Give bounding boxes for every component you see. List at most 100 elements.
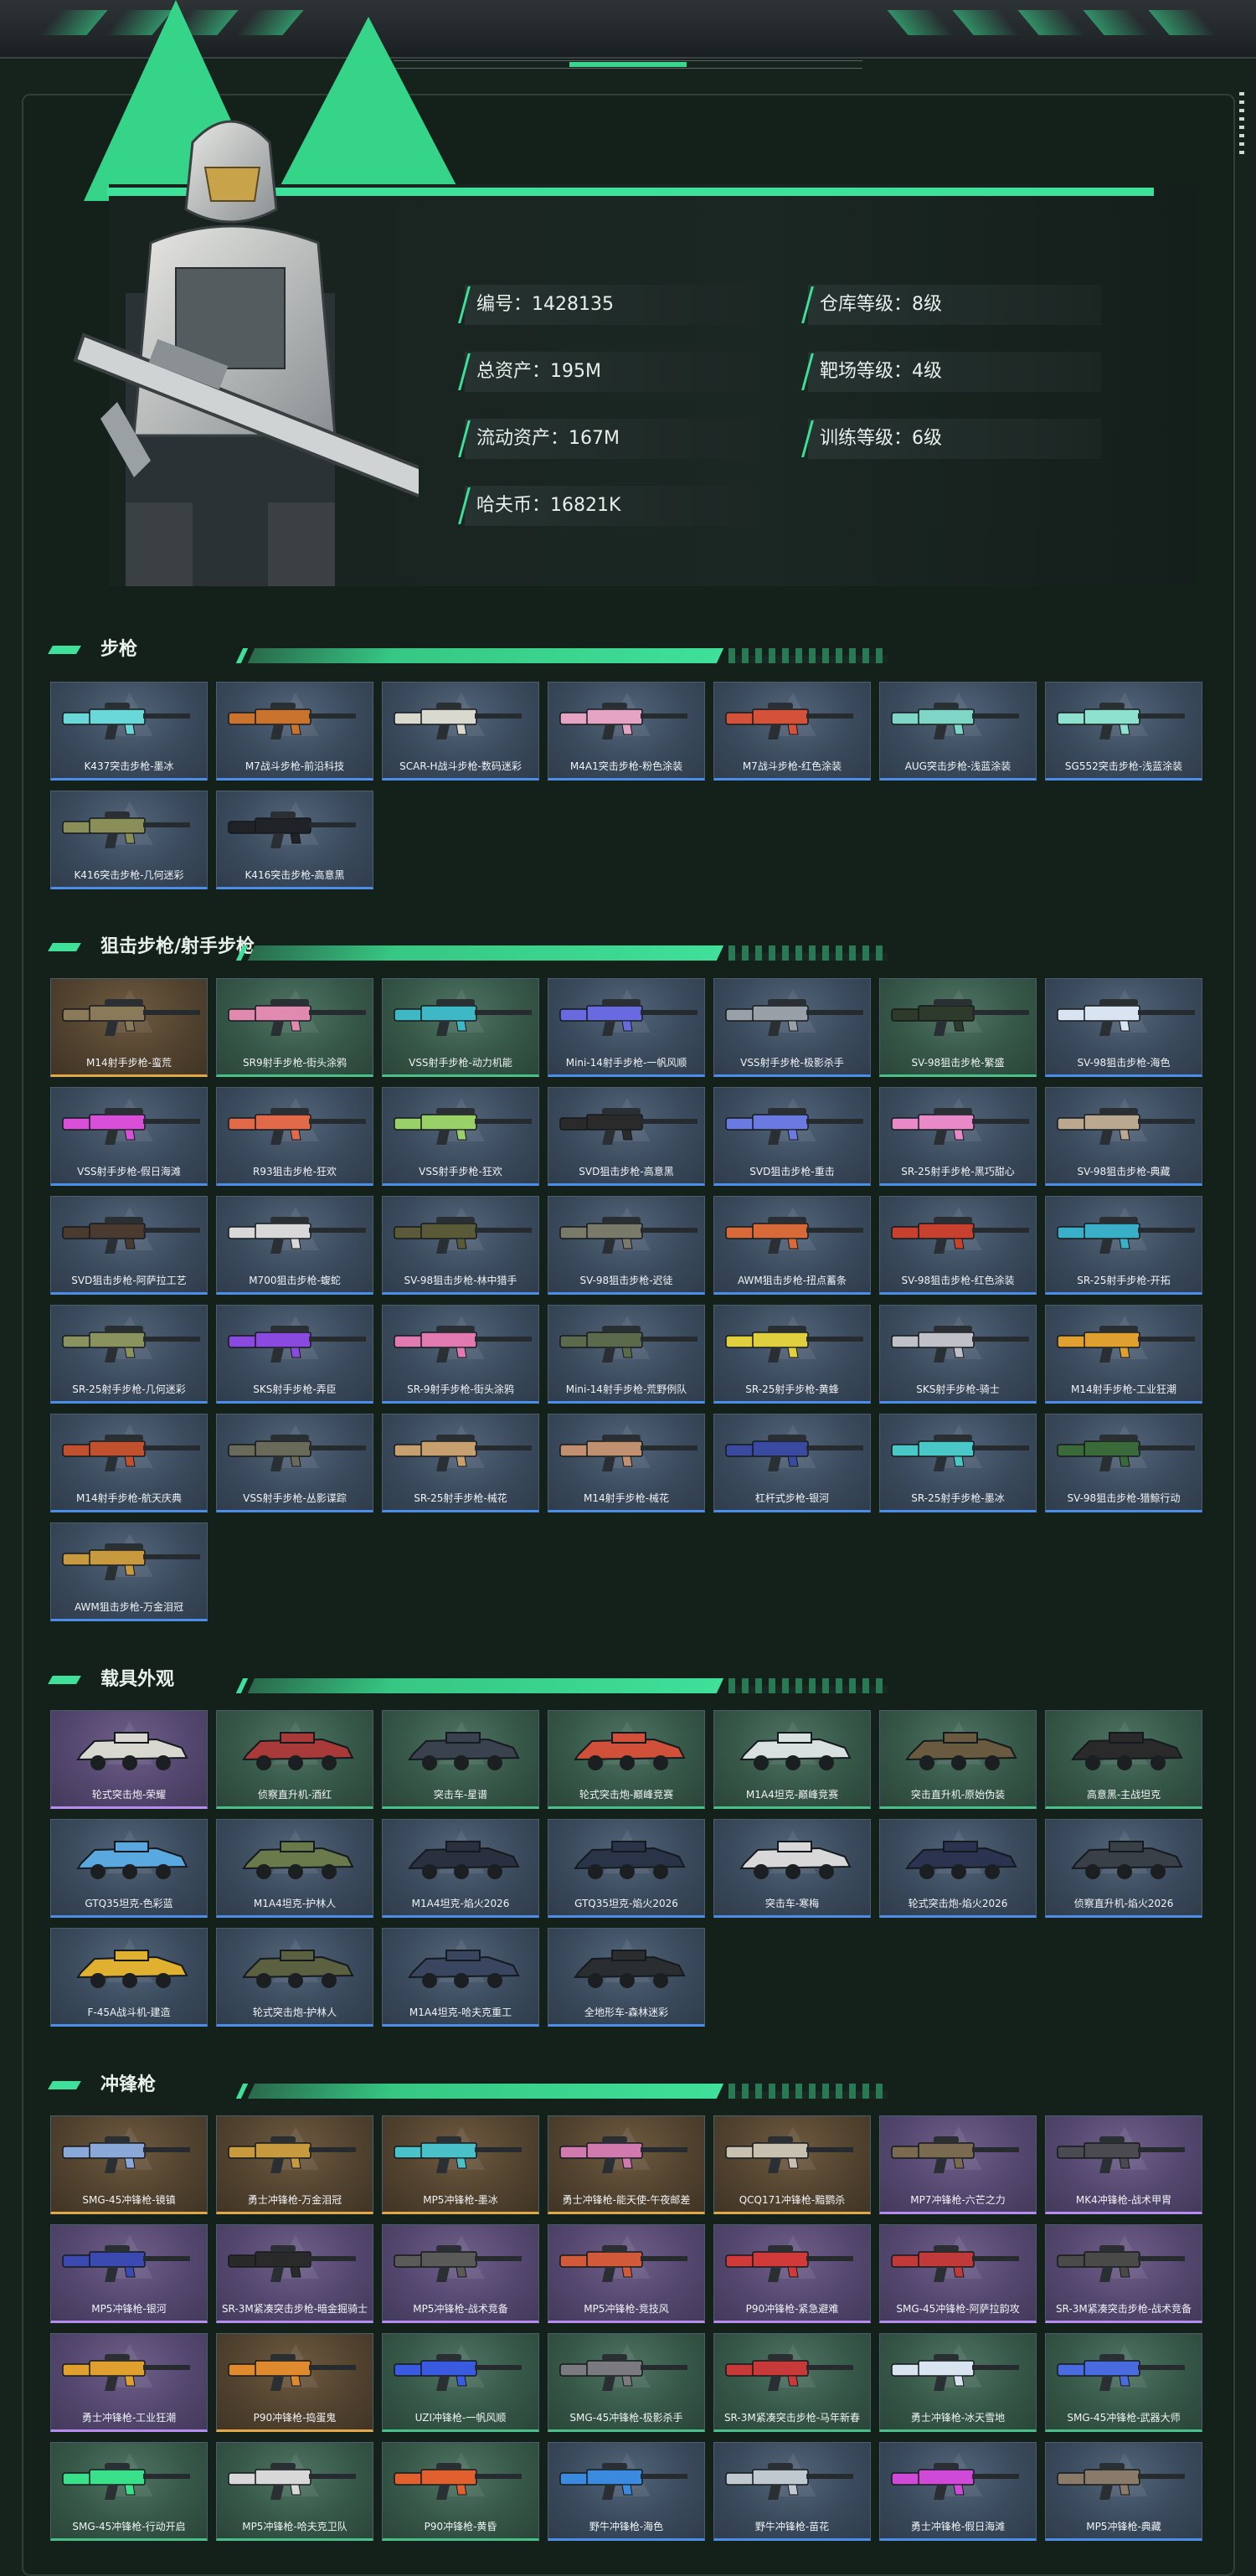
item-card[interactable]: SV-98狙击步枪-繁盛 [879,978,1037,1077]
item-card[interactable]: QCQ171冲锋枪-黯鹦杀 [713,2115,871,2214]
item-card[interactable]: 杠杆式步枪-银河 [713,1414,871,1512]
item-card[interactable]: SCAR-H战斗步枪-数码迷彩 [382,682,539,781]
item-card[interactable]: P90冲锋枪-捣蛋鬼 [216,2333,373,2432]
weapon-icon [394,2245,522,2282]
item-card[interactable]: M14射手步枪-械花 [548,1414,705,1512]
scrollbar-indicator[interactable] [1239,92,1244,159]
item-name: 勇士冲锋枪-冰天雪地 [910,2412,1006,2424]
item-card[interactable]: Mini-14射手步枪-荒野例队 [548,1305,705,1404]
item-card[interactable]: M700狙击步枪-蝮蛇 [216,1196,373,1295]
item-card[interactable]: MP5冲锋枪-竞技风 [548,2224,705,2323]
item-card[interactable]: 勇士冲锋枪-冰天雪地 [879,2333,1037,2432]
item-card[interactable]: M7战斗步枪-红色涂装 [713,682,871,781]
item-card[interactable]: P90冲锋枪-紧急避难 [713,2224,871,2323]
item-card[interactable]: 侦察直升机-焰火2026 [1045,1819,1202,1918]
item-card[interactable]: SR-25射手步枪-开拓 [1045,1196,1202,1295]
item-card[interactable]: 高意黑-主战坦克 [1045,1710,1202,1809]
item-card[interactable]: 突击直升机-原始伪装 [879,1710,1037,1809]
item-card[interactable]: SR-25射手步枪-黄蜂 [713,1305,871,1404]
item-card[interactable]: F-45A战斗机-建造 [50,1928,208,2027]
item-card[interactable]: MP7冲锋枪-六芒之力 [879,2115,1037,2214]
item-card[interactable]: AUG突击步枪-浅蓝涂装 [879,682,1037,781]
weapon-icon [62,2245,190,2282]
item-card[interactable]: M1A4坦克-护林人 [216,1819,373,1918]
item-card[interactable]: M7战斗步枪-前沿科技 [216,682,373,781]
item-card[interactable]: GTQ35坦克-色彩蓝 [50,1819,208,1918]
item-card[interactable]: SR-3M紧凑突击步枪-暗金掘骑士 [216,2224,373,2323]
item-card[interactable]: M4A1突击步枪-粉色涂装 [548,682,705,781]
item-card[interactable]: SR-3M紧凑突击步枪-马年新春 [713,2333,871,2432]
item-card[interactable]: SVD狙击步枪-高意黑 [548,1087,705,1186]
item-card[interactable]: SR-9射手步枪-街头涂鸦 [382,1305,539,1404]
item-card[interactable]: 全地形车-森林迷彩 [548,1928,705,2027]
section-title: 冲锋枪 [100,2074,157,2095]
item-name: SCAR-H战斗步枪-数码迷彩 [399,760,522,772]
item-card[interactable]: SR-25射手步枪-墨冰 [879,1414,1037,1512]
item-card[interactable]: GTQ35坦克-焰火2026 [548,1819,705,1918]
item-card[interactable]: 勇士冲锋枪-能天使-午夜邮差 [548,2115,705,2214]
item-card[interactable]: SV-98狙击步枪-典藏 [1045,1087,1202,1186]
item-card[interactable]: SVD狙击步枪-重击 [713,1087,871,1186]
item-card[interactable]: VSS射手步枪-动力机能 [382,978,539,1077]
item-card[interactable]: SG552突击步枪-浅蓝涂装 [1045,682,1202,781]
item-card[interactable]: SMG-45冲锋枪-极影杀手 [548,2333,705,2432]
item-card[interactable]: SKS射手步枪-弄臣 [216,1305,373,1404]
item-card[interactable]: SVD狙击步枪-阿萨拉工艺 [50,1196,208,1295]
item-card[interactable]: K416突击步枪-高意黑 [216,791,373,889]
item-card[interactable]: 轮式突击炮-焰火2026 [879,1819,1037,1918]
item-card[interactable]: MP5冲锋枪-哈夫克卫队 [216,2442,373,2541]
item-card[interactable]: M14射手步枪-航天庆典 [50,1414,208,1512]
item-card[interactable]: 轮式突击炮-护林人 [216,1928,373,2027]
item-card[interactable]: SMG-45冲锋枪-武器大师 [1045,2333,1202,2432]
item-card[interactable]: MK4冲锋枪-战术甲胄 [1045,2115,1202,2214]
item-name: SV-98狙击步枪-猎鲸行动 [1067,1492,1181,1504]
item-card[interactable]: Mini-14射手步枪-一帆风顺 [548,978,705,1077]
item-card[interactable]: M1A4坦克-哈夫克重工 [382,1928,539,2027]
item-card[interactable]: M1A4坦克-焰火2026 [382,1819,539,1918]
item-card[interactable]: 轮式突击炮-荣耀 [50,1710,208,1809]
item-card[interactable]: VSS射手步枪-假日海滩 [50,1087,208,1186]
item-card[interactable]: AWM狙击步枪-万金泪冠 [50,1522,208,1621]
item-card[interactable]: SMG-45冲锋枪-行动开启 [50,2442,208,2541]
item-card[interactable]: 勇士冲锋枪-假日海滩 [879,2442,1037,2541]
item-card[interactable]: SR-25射手步枪-几何迷彩 [50,1305,208,1404]
item-card[interactable]: SR-25射手步枪-黑巧甜心 [879,1087,1037,1186]
item-card[interactable]: SV-98狙击步枪-迟徒 [548,1196,705,1295]
item-card[interactable]: 野牛冲锋枪-海色 [548,2442,705,2541]
item-card[interactable]: 轮式突击炮-巅峰竞赛 [548,1710,705,1809]
item-card[interactable]: P90冲锋枪-黄昏 [382,2442,539,2541]
item-card[interactable]: 勇士冲锋枪-工业狂潮 [50,2333,208,2432]
item-card[interactable]: K416突击步枪-几何迷彩 [50,791,208,889]
item-card[interactable]: MP5冲锋枪-战术竞备 [382,2224,539,2323]
item-card[interactable]: SR9射手步枪-街头涂鸦 [216,978,373,1077]
item-card[interactable]: MP5冲锋枪-墨冰 [382,2115,539,2214]
item-card[interactable]: M1A4坦克-巅峰竞赛 [713,1710,871,1809]
item-card[interactable]: MP5冲锋枪-银河 [50,2224,208,2323]
item-card[interactable]: SMG-45冲锋枪-阿萨拉韵攻 [879,2224,1037,2323]
item-card[interactable]: SV-98狙击步枪-猎鲸行动 [1045,1414,1202,1512]
item-card[interactable]: R93狙击步枪-狂欢 [216,1087,373,1186]
item-card[interactable]: 勇士冲锋枪-万金泪冠 [216,2115,373,2214]
weapon-icon [725,703,853,739]
item-card[interactable]: AWM狙击步枪-扭点蓄条 [713,1196,871,1295]
item-card[interactable]: SV-98狙击步枪-林中猎手 [382,1196,539,1295]
item-card[interactable]: SR-25射手步枪-械花 [382,1414,539,1512]
item-card[interactable]: VSS射手步枪-极影杀手 [713,978,871,1077]
item-card[interactable]: VSS射手步枪-狂欢 [382,1087,539,1186]
item-card[interactable]: UZI冲锋枪-一帆风顺 [382,2333,539,2432]
item-card[interactable]: SKS射手步枪-骑士 [879,1305,1037,1404]
item-card[interactable]: 侦察直升机-酒红 [216,1710,373,1809]
item-card[interactable]: K437突击步枪-墨冰 [50,682,208,781]
item-card[interactable]: SMG-45冲锋枪-镜镇 [50,2115,208,2214]
item-card[interactable]: SR-3M紧凑突击步枪-战术竞备 [1045,2224,1202,2323]
item-card[interactable]: SV-98狙击步枪-红色涂装 [879,1196,1037,1295]
item-card[interactable]: M14射手步枪-工业狂潮 [1045,1305,1202,1404]
item-card[interactable]: 野牛冲锋枪-苗花 [713,2442,871,2541]
item-card[interactable]: M14射手步枪-蛮荒 [50,978,208,1077]
item-card[interactable]: 突击车-寒梅 [713,1819,871,1918]
item-name: UZI冲锋枪-一帆风顺 [414,2412,507,2424]
item-card[interactable]: MP5冲锋枪-典藏 [1045,2442,1202,2541]
item-card[interactable]: VSS射手步枪-丛影谍踪 [216,1414,373,1512]
item-card[interactable]: 突击车-星谱 [382,1710,539,1809]
item-card[interactable]: SV-98狙击步枪-海色 [1045,978,1202,1077]
